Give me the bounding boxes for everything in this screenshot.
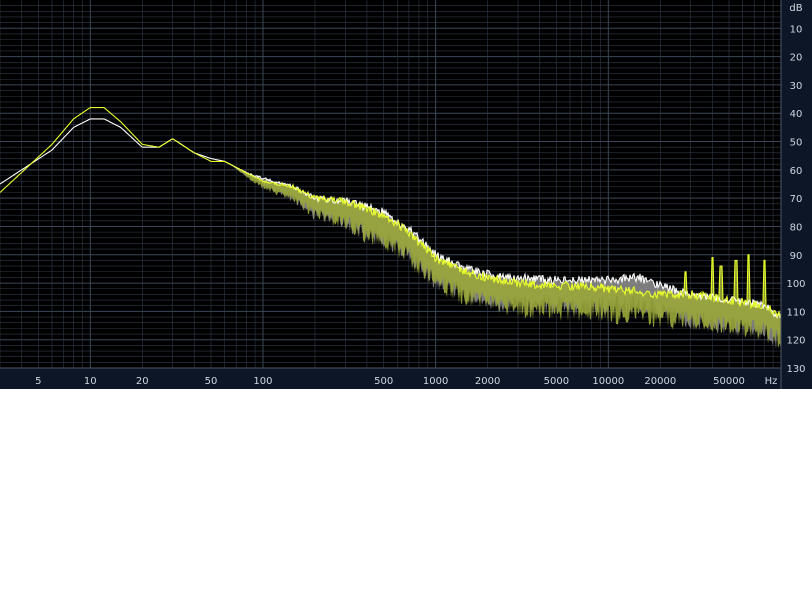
y-tick-label: 70 bbox=[790, 194, 803, 205]
y-tick-label: 80 bbox=[790, 222, 803, 233]
y-tick-label: 40 bbox=[790, 109, 803, 120]
y-tick-label: 50 bbox=[790, 138, 803, 149]
x-tick-label: 50 bbox=[205, 376, 218, 387]
x-tick-label: 10 bbox=[84, 376, 97, 387]
x-tick-label: 20 bbox=[136, 376, 149, 387]
x-unit-label: Hz bbox=[765, 376, 778, 387]
y-unit-label: dB bbox=[789, 3, 802, 14]
plot-background bbox=[0, 0, 812, 389]
x-tick-label: 50000 bbox=[713, 376, 745, 387]
x-tick-label: 100 bbox=[253, 376, 272, 387]
x-tick-label: 5000 bbox=[544, 376, 569, 387]
y-tick-label: 130 bbox=[786, 364, 805, 375]
x-tick-label: 20000 bbox=[644, 376, 676, 387]
y-tick-label: 20 bbox=[790, 53, 803, 64]
y-tick-label: 60 bbox=[790, 166, 803, 177]
y-tick-label: 10 bbox=[790, 24, 803, 35]
x-tick-label: 500 bbox=[374, 376, 393, 387]
x-tick-label: 2000 bbox=[475, 376, 500, 387]
y-tick-label: 110 bbox=[786, 307, 805, 318]
x-tick-label: 10000 bbox=[592, 376, 624, 387]
x-tick-label: 1000 bbox=[423, 376, 448, 387]
y-tick-label: 90 bbox=[790, 251, 803, 262]
y-tick-label: 120 bbox=[786, 336, 805, 347]
y-tick-label: 30 bbox=[790, 81, 803, 92]
x-tick-label: 5 bbox=[35, 376, 41, 387]
y-tick-label: 100 bbox=[786, 279, 805, 290]
spectrum-chart: 5 10 20 50 100 500 1000 2000 5000 10000 20000 50000… bbox=[0, 0, 812, 389]
spectrum-analyzer: 5 10 20 50 100 500 1000 2000 5000 10000 20000 50000… bbox=[0, 0, 812, 389]
